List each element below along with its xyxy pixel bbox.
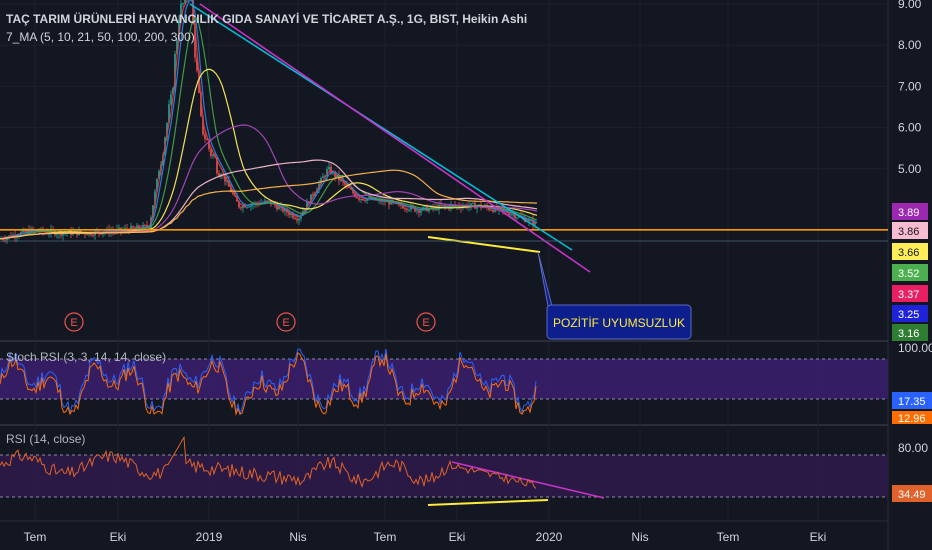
- candle-body: [420, 210, 422, 213]
- chart-title: TAÇ TARIM ÜRÜNLERİ HAYVANCILIK GIDA SANA…: [6, 12, 528, 26]
- candle-body: [268, 200, 270, 202]
- candle-body: [246, 206, 248, 208]
- x-tick-label: Tem: [717, 530, 740, 544]
- candle-body: [322, 176, 324, 179]
- rsi-value: 34.49: [898, 489, 926, 501]
- x-tick-label: Tem: [374, 530, 397, 544]
- candle-body: [418, 210, 420, 213]
- candle-body: [490, 209, 492, 211]
- price-label: 3.89: [898, 207, 919, 219]
- stoch-k-value: 17.35: [898, 396, 926, 408]
- price-label: 3.16: [898, 328, 919, 340]
- x-tick-label: Eki: [110, 530, 127, 544]
- candle-body: [492, 210, 494, 212]
- event-marker-label: E: [422, 317, 429, 329]
- price-label: 3.86: [898, 226, 919, 238]
- x-tick-label: Tem: [24, 530, 47, 544]
- candle-body: [132, 226, 134, 228]
- candle-body: [92, 234, 94, 236]
- candle-body: [170, 94, 172, 105]
- stoch-d-value: 12.96: [898, 413, 926, 425]
- candle-body: [298, 218, 300, 221]
- x-tick-label: 2020: [536, 530, 563, 544]
- candle-body: [362, 198, 364, 201]
- candle-body: [440, 204, 442, 206]
- candle-body: [360, 198, 362, 200]
- candle-body: [182, 3, 184, 5]
- candle-body: [442, 205, 444, 207]
- candle-body: [356, 196, 358, 199]
- candle-body: [296, 218, 298, 221]
- y-tick-label: 8.00: [898, 38, 922, 52]
- candle-body: [508, 212, 510, 216]
- candle-body: [266, 200, 268, 202]
- rsi-y-tick: 80.00: [898, 441, 928, 455]
- price-label: 3.66: [898, 247, 919, 259]
- rsi-title: RSI (14, close): [6, 432, 86, 446]
- x-tick-label: Nis: [631, 530, 648, 544]
- event-marker-label: E: [282, 317, 289, 329]
- candle-body: [516, 217, 518, 219]
- y-tick-label: 5.00: [898, 162, 922, 176]
- candle-body: [358, 198, 360, 200]
- candle-body: [364, 200, 366, 202]
- candle-body: [294, 217, 296, 219]
- stoch-rsi-title: Stoch RSI (3, 3, 14, 14, close): [6, 350, 167, 364]
- y-tick-label: 9.00: [898, 0, 922, 11]
- y-tick-label: 7.00: [898, 79, 922, 93]
- chart-root: Tem Eki 2019 Nis Tem Eki 2020 Nis Tem Eki 9.00 8.00…: [0, 0, 932, 550]
- candle-body: [424, 206, 426, 208]
- price-label: 3.37: [898, 289, 919, 301]
- x-tick-label: Eki: [449, 530, 466, 544]
- x-tick-label: Eki: [810, 530, 827, 544]
- candle-body: [404, 208, 406, 210]
- x-tick-label: Nis: [289, 530, 306, 544]
- candle-body: [416, 210, 418, 212]
- candle-body: [240, 207, 242, 209]
- candle-body: [118, 227, 120, 230]
- event-marker-label: E: [70, 317, 77, 329]
- candle-body: [510, 214, 512, 216]
- candle-body: [328, 166, 330, 170]
- y-tick-label: 6.00: [898, 121, 922, 135]
- candle-body: [212, 154, 214, 156]
- price-label: 3.25: [898, 309, 919, 321]
- candle-body: [408, 209, 410, 211]
- price-label: 3.52: [898, 268, 919, 280]
- candle-body: [248, 206, 250, 208]
- annotation-text: POZİTİF UYUMSUZLUK: [553, 316, 685, 330]
- candle-body: [56, 234, 58, 236]
- candle-body: [86, 234, 88, 236]
- candle-body: [4, 239, 6, 241]
- candle-body: [144, 224, 146, 226]
- indicator-title: 7_MA (5, 10, 21, 50, 100, 200, 300): [6, 30, 195, 44]
- candle-body: [406, 208, 408, 210]
- candle-body: [204, 134, 206, 139]
- x-tick-label: 2019: [196, 530, 223, 544]
- stoch-y-tick: 100.00: [898, 341, 932, 355]
- candle-body: [472, 203, 474, 205]
